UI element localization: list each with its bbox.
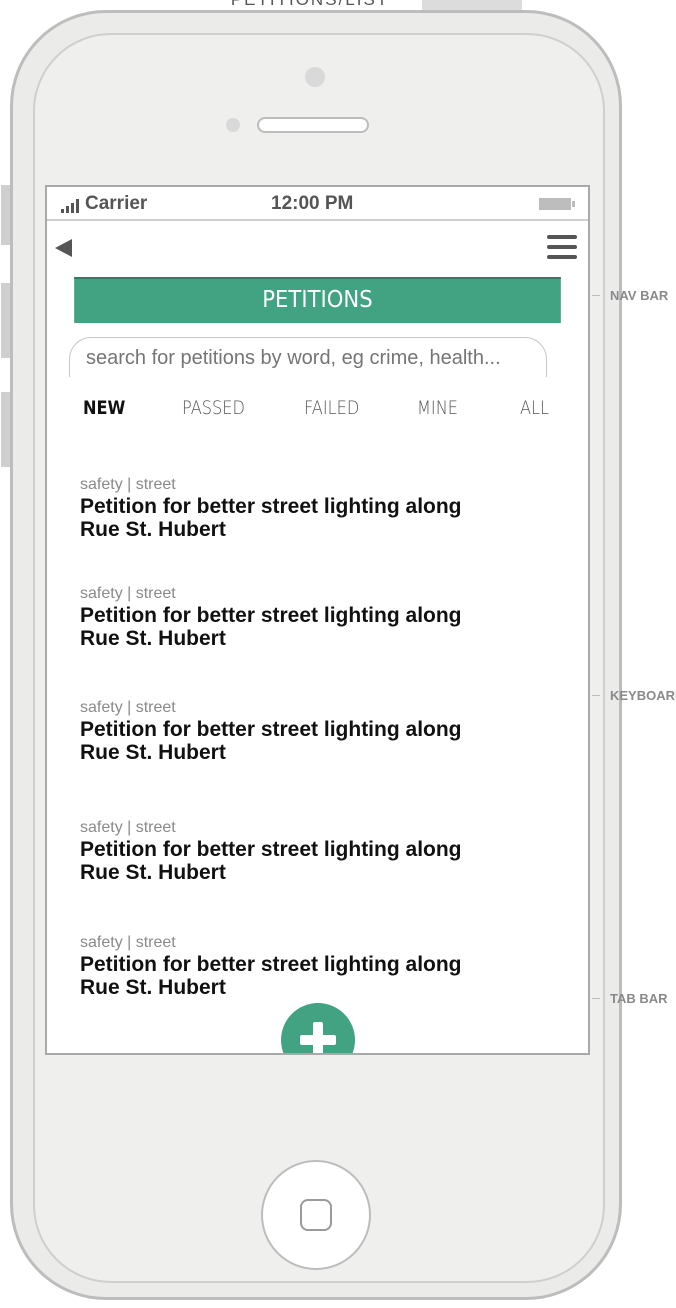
petition-list-item[interactable]: safety | street Petition for better stre…	[80, 818, 550, 884]
petition-title-line2: Rue St. Hubert	[80, 741, 226, 764]
carrier-label: Carrier	[85, 193, 148, 214]
petition-title-line1: Petition for better street lighting alon…	[80, 495, 462, 518]
filter-tabs: NEW PASSED FAILED MINE ALL	[47, 397, 588, 427]
petition-title-line1: Petition for better street lighting alon…	[80, 718, 462, 741]
annotation-keyboard: KEYBOARD	[592, 688, 676, 703]
earpiece-speaker	[257, 117, 369, 133]
home-button[interactable]	[261, 1160, 371, 1270]
side-button-mute	[1, 185, 10, 245]
status-time: 12:00 PM	[271, 193, 354, 214]
petition-tags: safety | street	[80, 819, 176, 836]
hamburger-menu-icon[interactable]	[547, 235, 577, 259]
petition-tags: safety | street	[80, 476, 176, 493]
annotation-tab-bar-label: TAB BAR	[610, 991, 668, 1006]
tab-mine[interactable]: MINE	[417, 397, 458, 419]
petition-title-line2: Rue St. Hubert	[80, 861, 226, 884]
petition-tags: safety | street	[80, 585, 176, 602]
tab-all[interactable]: ALL	[520, 397, 549, 419]
plus-icon-vertical	[313, 1022, 323, 1053]
back-arrow-icon[interactable]	[55, 239, 72, 257]
tab-failed[interactable]: FAILED	[304, 397, 359, 419]
page-title: PETITIONS/LIST	[190, 0, 430, 10]
front-camera	[305, 67, 325, 87]
tab-new[interactable]: NEW	[83, 397, 125, 419]
petition-title-line1: Petition for better street lighting alon…	[80, 953, 462, 976]
battery-icon	[539, 198, 575, 210]
proximity-sensor	[226, 118, 240, 132]
petition-tags: safety | street	[80, 699, 176, 716]
status-bar: Carrier 12:00 PM	[47, 187, 588, 221]
add-petition-button[interactable]	[281, 1003, 355, 1053]
side-button-volume-down	[1, 392, 10, 467]
petition-title-line2: Rue St. Hubert	[80, 976, 226, 999]
phone-screen: Carrier 12:00 PM PETITIONS NEW PASSED FA…	[45, 185, 590, 1055]
tab-passed[interactable]: PASSED	[182, 397, 245, 419]
petition-title-line1: Petition for better street lighting alon…	[80, 604, 462, 627]
petition-title-line2: Rue St. Hubert	[80, 627, 226, 650]
annotation-keyboard-label: KEYBOARD	[610, 688, 676, 703]
search-input[interactable]	[69, 337, 547, 377]
home-square-icon	[300, 1199, 332, 1231]
petition-list-item[interactable]: safety | street Petition for better stre…	[80, 698, 550, 764]
petition-list-item[interactable]: safety | street Petition for better stre…	[80, 933, 550, 999]
nav-bar-title: PETITIONS	[74, 277, 561, 323]
annotation-nav-bar: NAV BAR	[592, 288, 668, 303]
annotation-tab-bar: TAB BAR	[592, 991, 668, 1006]
petition-list-item[interactable]: safety | street Petition for better stre…	[80, 475, 550, 541]
petition-title-line2: Rue St. Hubert	[80, 518, 226, 541]
signal-icon	[61, 199, 79, 213]
petition-list-item[interactable]: safety | street Petition for better stre…	[80, 584, 550, 650]
annotation-nav-bar-label: NAV BAR	[610, 288, 669, 303]
petition-title-line1: Petition for better street lighting alon…	[80, 838, 462, 861]
petition-tags: safety | street	[80, 934, 176, 951]
side-button-volume-up	[1, 283, 10, 358]
